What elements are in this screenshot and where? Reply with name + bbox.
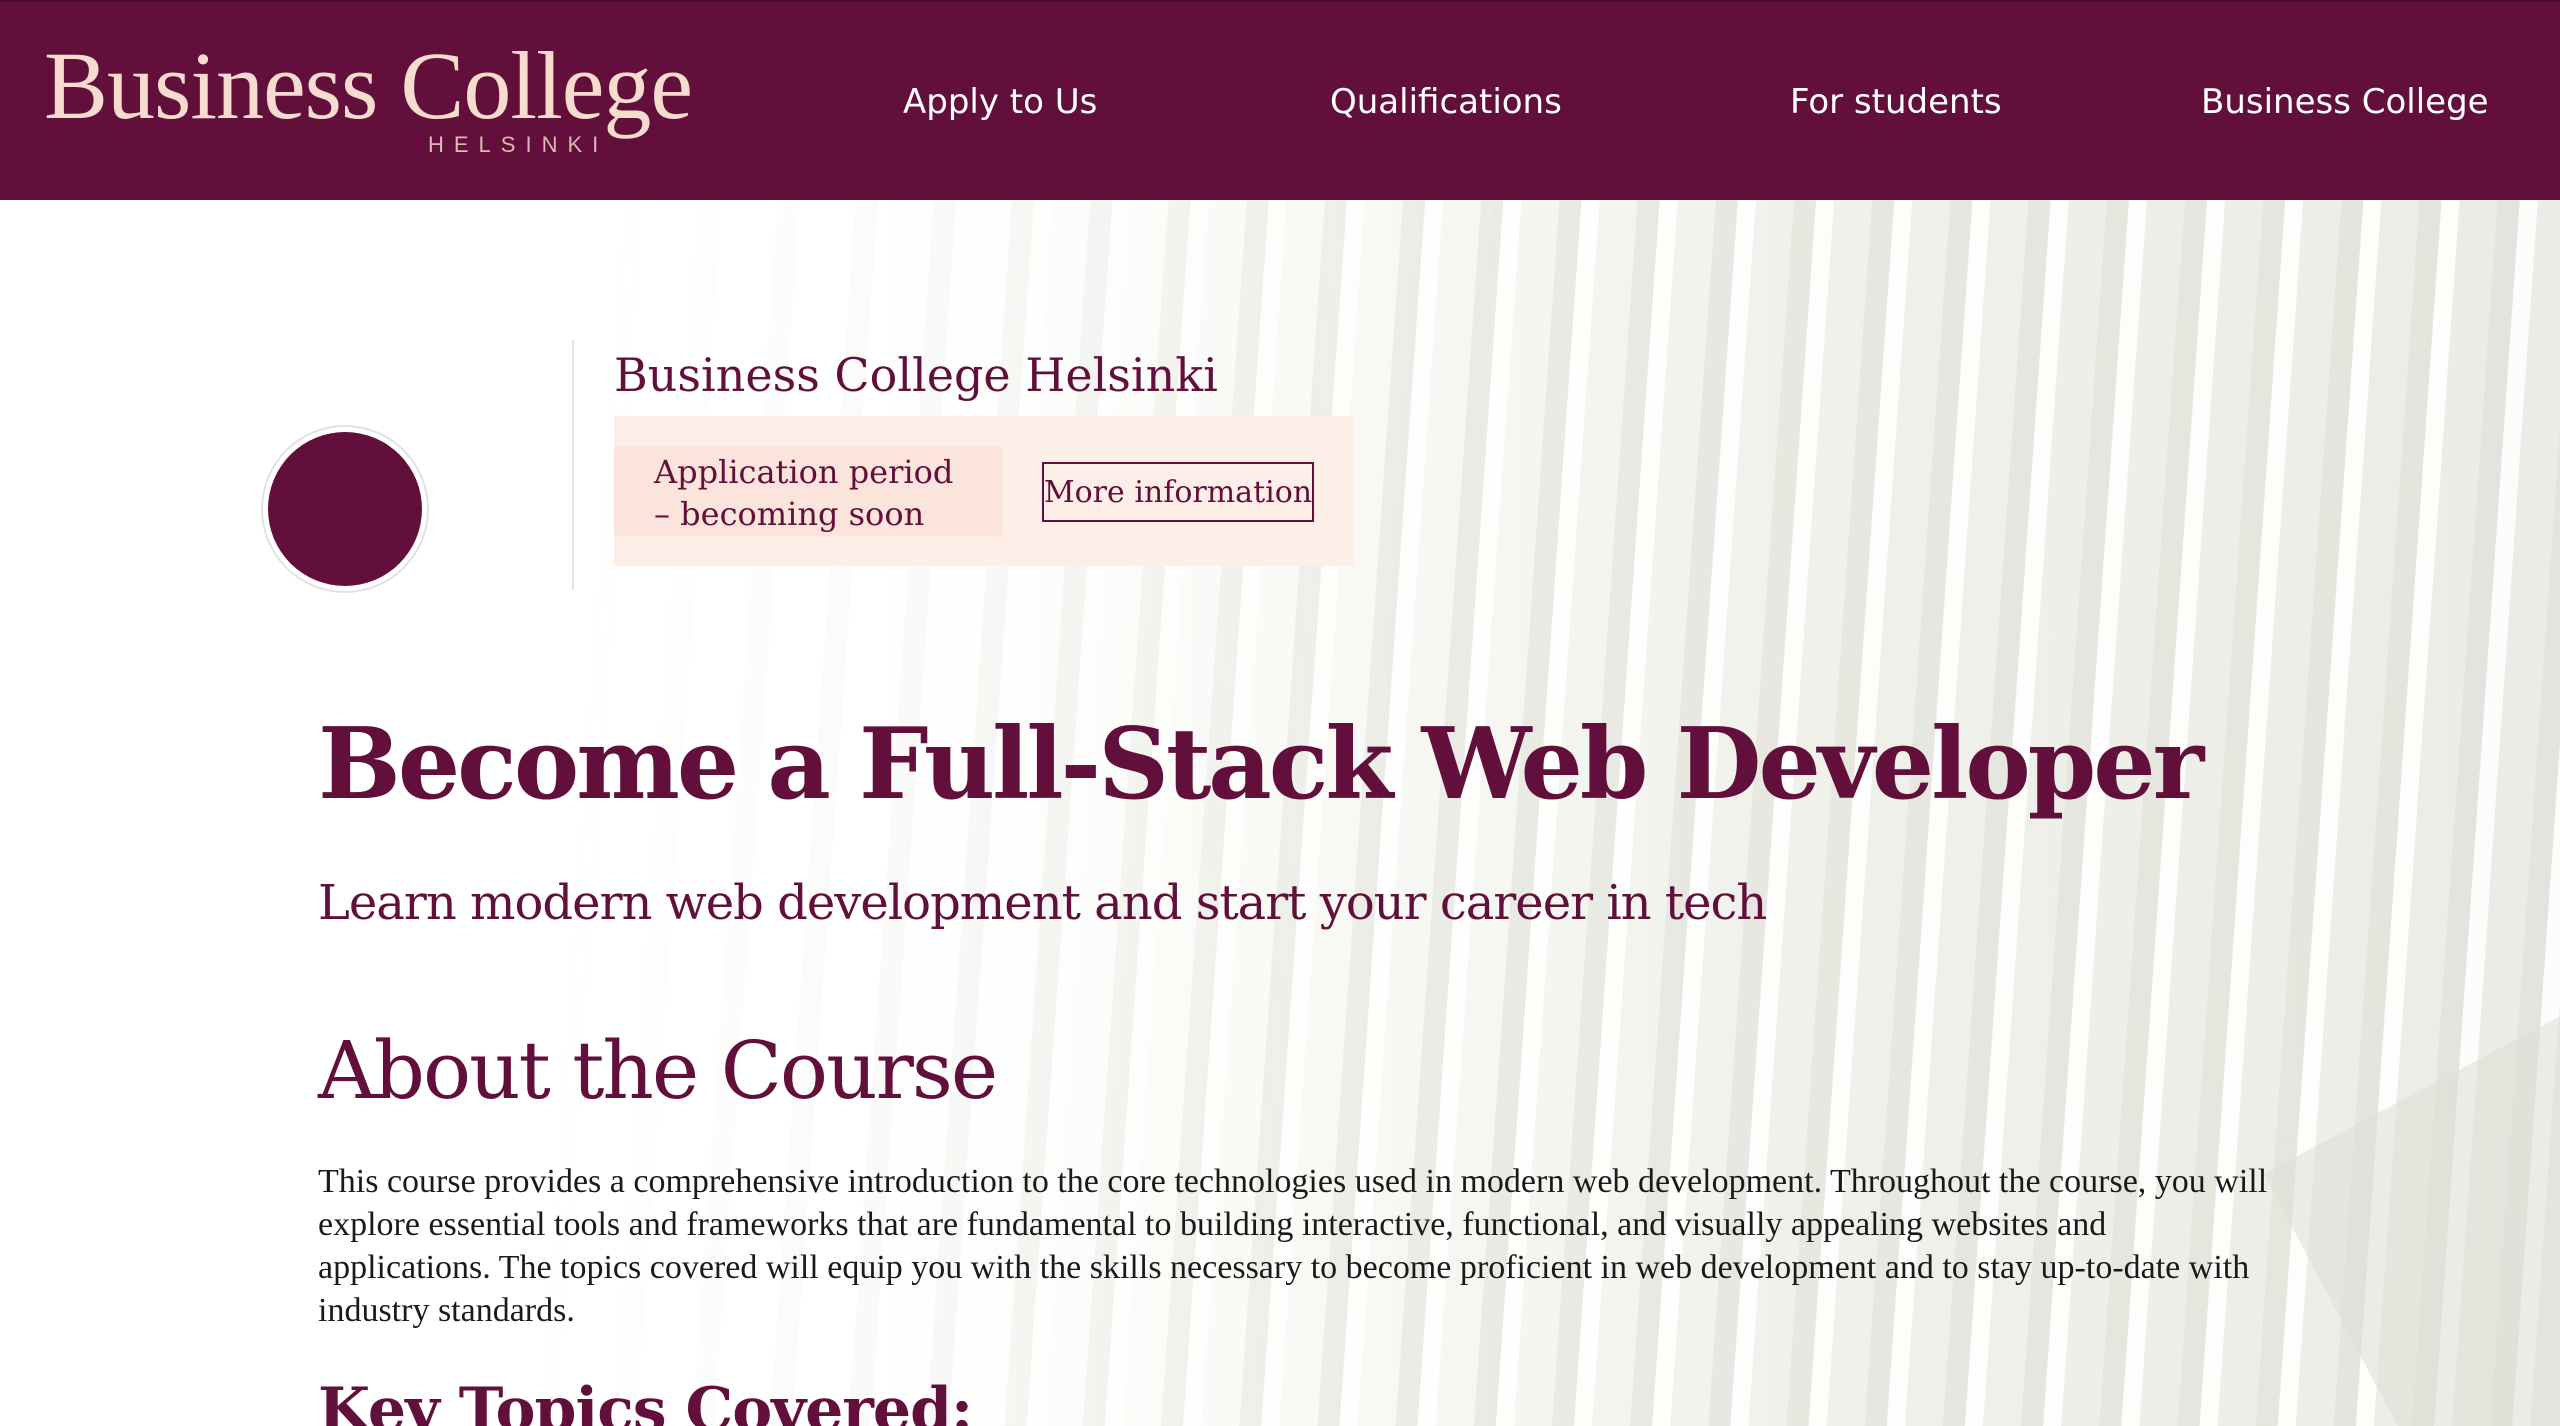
about-heading: About the Course: [318, 1024, 998, 1117]
application-period-status: – becoming soon: [654, 495, 925, 533]
page-subtitle: Learn modern web development and start y…: [318, 875, 1767, 931]
widget-title: Business College Helsinki: [614, 348, 1218, 402]
nav-qualifications[interactable]: Qualifications: [1330, 2, 1562, 202]
nav-for-students[interactable]: For students: [1790, 2, 2002, 202]
key-topics-heading: Key Topics Covered:: [318, 1375, 973, 1426]
page-title: Become a Full-Stack Web Developer: [318, 707, 2204, 822]
application-period-label: Application period: [654, 453, 954, 491]
site-header: Business College HELSINKI Apply to Us Qu…: [0, 0, 2560, 200]
site-logo[interactable]: Business College HELSINKI: [44, 36, 734, 166]
more-information-button[interactable]: More information: [1042, 462, 1314, 522]
nav-apply-to-us[interactable]: Apply to Us: [903, 2, 1097, 202]
nav-business-college[interactable]: Business College: [2201, 2, 2489, 202]
about-paragraph: This course provides a comprehensive int…: [318, 1163, 2268, 1329]
vertical-divider: [572, 340, 574, 590]
logo-city: HELSINKI: [428, 132, 609, 157]
application-status-circle: [268, 432, 422, 586]
application-info-box: Application period – becoming soon More …: [614, 416, 1354, 566]
logo-wordmark: Business College: [44, 32, 693, 139]
